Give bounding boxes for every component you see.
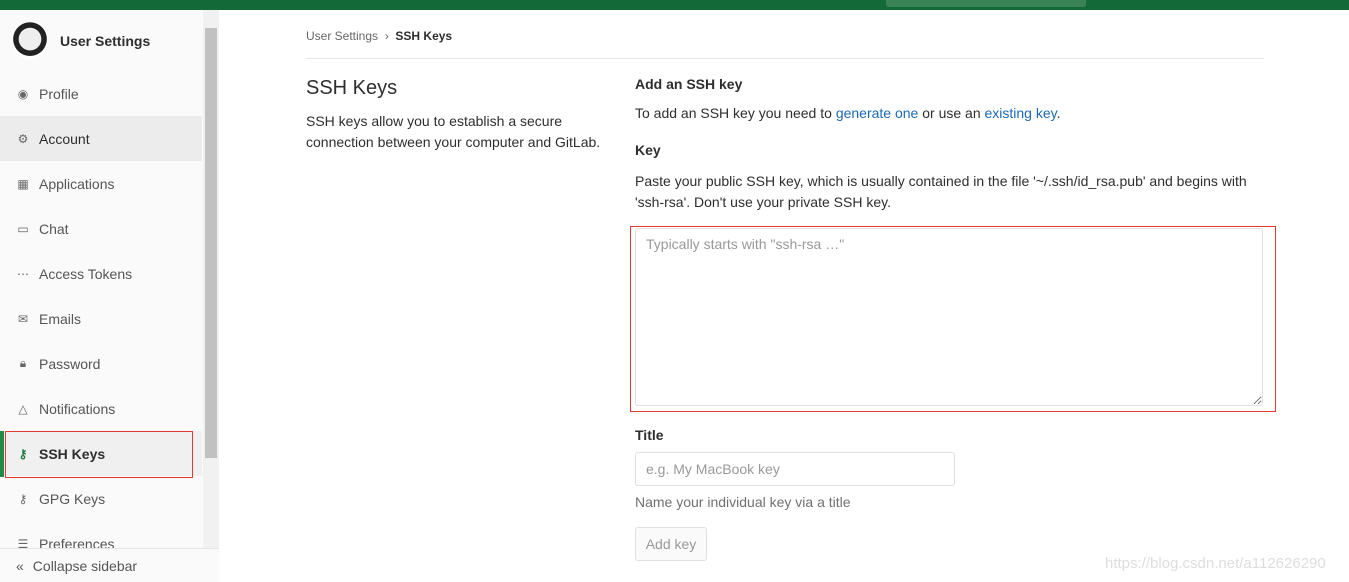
- sidebar-item-applications[interactable]: ▦ Applications: [0, 161, 202, 206]
- sidebar-item-access-tokens[interactable]: ⋯ Access Tokens: [0, 251, 202, 296]
- breadcrumb: User Settings › SSH Keys: [306, 29, 452, 43]
- sidebar-item-label: GPG Keys: [39, 490, 106, 507]
- breadcrumb-current: SSH Keys: [395, 29, 453, 43]
- lock-icon: 🔒︎: [19, 356, 27, 370]
- sidebar-item-label: Chat: [39, 220, 69, 237]
- sidebar-item-account[interactable]: ⚙ Account: [0, 116, 202, 161]
- collapse-label: Collapse sidebar: [32, 557, 138, 574]
- title-input[interactable]: [635, 452, 955, 486]
- sidebar-item-label: Applications: [39, 175, 115, 192]
- key-help: Paste your public SSH key, which is usua…: [635, 173, 1247, 210]
- sidebar-scrollbar[interactable]: [203, 10, 219, 550]
- top-navbar: [0, 0, 1349, 10]
- section-description: SSH keys allow you to establish a secure…: [306, 113, 601, 150]
- sidebar-item-label: Emails: [39, 310, 82, 327]
- sidebar: User Settings ◉ Profile ⚙ Account ▦ Applica…: [0, 10, 219, 582]
- highlight-box: [5, 431, 193, 478]
- sidebar-item-label: Account: [39, 130, 90, 147]
- collapse-sidebar-button[interactable]: « Collapse sidebar: [0, 548, 219, 582]
- active-indicator: [0, 431, 4, 477]
- breadcrumb-parent[interactable]: User Settings: [306, 29, 378, 43]
- account-icon: ⚙: [17, 131, 29, 146]
- search-box[interactable]: [886, 0, 1086, 7]
- title-label: Title: [635, 427, 664, 443]
- sidebar-item-gpg-keys[interactable]: ⚷ GPG Keys: [0, 476, 202, 521]
- existing-key-link[interactable]: existing key: [985, 105, 1057, 121]
- intro-text: To add an SSH key you need to generate o…: [635, 105, 1061, 121]
- chat-icon: ▭: [17, 221, 29, 236]
- sidebar-item-chat[interactable]: ▭ Chat: [0, 206, 202, 251]
- sidebar-item-label: Profile: [39, 85, 79, 102]
- profile-icon: ◉: [17, 86, 29, 101]
- sidebar-item-password[interactable]: 🔒︎ Password: [0, 341, 202, 386]
- sidebar-item-label: Password: [39, 355, 101, 372]
- sidebar-item-notifications[interactable]: △ Notifications: [0, 386, 202, 431]
- page-title: SSH Keys: [306, 77, 398, 99]
- chevron-right-icon: ›: [381, 29, 393, 43]
- double-chevron-left-icon: «: [16, 557, 24, 574]
- sidebar-item-profile[interactable]: ◉ Profile: [0, 71, 202, 116]
- generate-link[interactable]: generate one: [836, 105, 919, 121]
- sidebar-item-emails[interactable]: ✉ Emails: [0, 296, 202, 341]
- token-icon: ⋯: [17, 266, 29, 281]
- sidebar-item-label: Access Tokens: [39, 265, 133, 282]
- title-help: Name your individual key via a title: [635, 494, 851, 510]
- key-icon: ⚷: [18, 491, 28, 506]
- bell-icon: △: [18, 401, 28, 416]
- add-key-button[interactable]: Add key: [635, 527, 707, 561]
- key-textarea[interactable]: [635, 228, 1263, 406]
- sidebar-title: User Settings: [60, 33, 151, 49]
- applications-icon: ▦: [17, 176, 29, 191]
- sidebar-item-label: Notifications: [39, 400, 116, 417]
- sidebar-header[interactable]: User Settings: [12, 22, 150, 60]
- email-icon: ✉: [17, 311, 29, 326]
- divider: [306, 58, 1264, 59]
- watermark: https://blog.csdn.net/a112626290: [1105, 555, 1326, 572]
- add-key-heading: Add an SSH key: [635, 76, 743, 92]
- avatar: [12, 22, 48, 60]
- scrollbar-thumb[interactable]: [205, 28, 217, 458]
- key-label: Key: [635, 142, 661, 158]
